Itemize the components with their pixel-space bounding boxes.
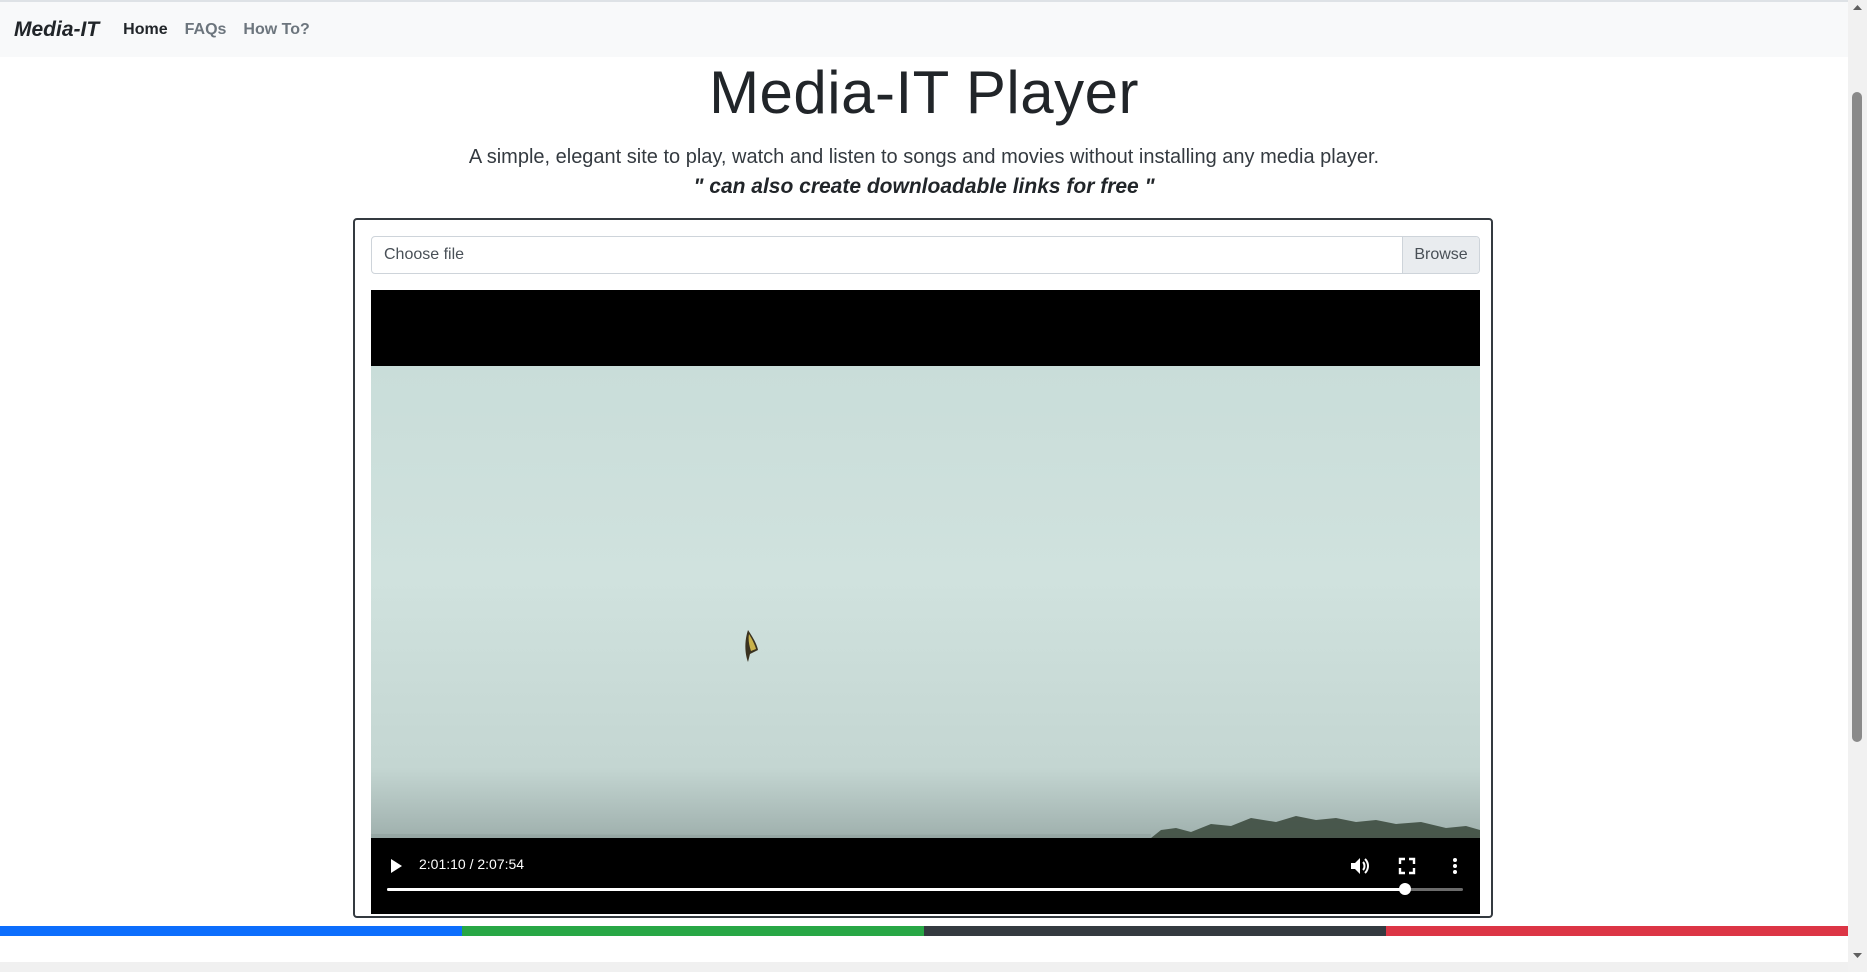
accent-bar-dark — [924, 926, 1386, 936]
color-accent-bar — [0, 926, 1848, 936]
accent-bar-green — [462, 926, 924, 936]
nav-link-home[interactable]: Home — [123, 21, 167, 39]
navbar: Media-IT Home FAQs How To? — [0, 0, 1848, 57]
page-tagline: " can also create downloadable links for… — [693, 175, 1155, 198]
time-display: 2:01:10 / 2:07:54 — [419, 856, 525, 872]
video-controls: 2:01:10 / 2:07:54 — [371, 838, 1480, 914]
scrollbar-thumb[interactable] — [1852, 92, 1862, 742]
accent-bar-red — [1386, 926, 1848, 936]
nav-link-faqs[interactable]: FAQs — [185, 21, 227, 39]
brand-logo[interactable]: Media-IT — [14, 18, 99, 42]
page-scrollbar[interactable] — [1848, 0, 1867, 972]
bird-image — [745, 630, 758, 662]
file-picker[interactable]: Choose file Browse — [371, 236, 1480, 274]
page-title: Media-IT Player — [709, 59, 1139, 126]
accent-bar-blue — [0, 926, 462, 936]
more-options-icon[interactable] — [1445, 856, 1465, 876]
nav-link-how-to[interactable]: How To? — [243, 21, 309, 39]
video-frame[interactable] — [371, 366, 1480, 838]
play-icon[interactable] — [389, 858, 403, 874]
seek-bar-thumb[interactable] — [1398, 883, 1411, 895]
volume-icon[interactable] — [1349, 856, 1371, 876]
file-input-label[interactable]: Choose file — [372, 237, 1402, 273]
seek-bar[interactable] — [387, 883, 1463, 895]
page-subtitle: A simple, elegant site to play, watch an… — [468, 146, 1380, 168]
seek-bar-fill — [387, 888, 1405, 891]
fullscreen-icon[interactable] — [1397, 856, 1417, 876]
window-bottom-edge — [0, 962, 1848, 972]
player-card: Choose file Browse 2:01:10 / 2:07:54 — [353, 218, 1493, 918]
scroll-up-icon[interactable] — [1853, 4, 1862, 11]
scroll-down-icon[interactable] — [1853, 952, 1862, 959]
treeline-image — [371, 816, 1480, 838]
browse-button[interactable]: Browse — [1402, 237, 1479, 273]
video-player[interactable]: 2:01:10 / 2:07:54 — [371, 290, 1480, 914]
